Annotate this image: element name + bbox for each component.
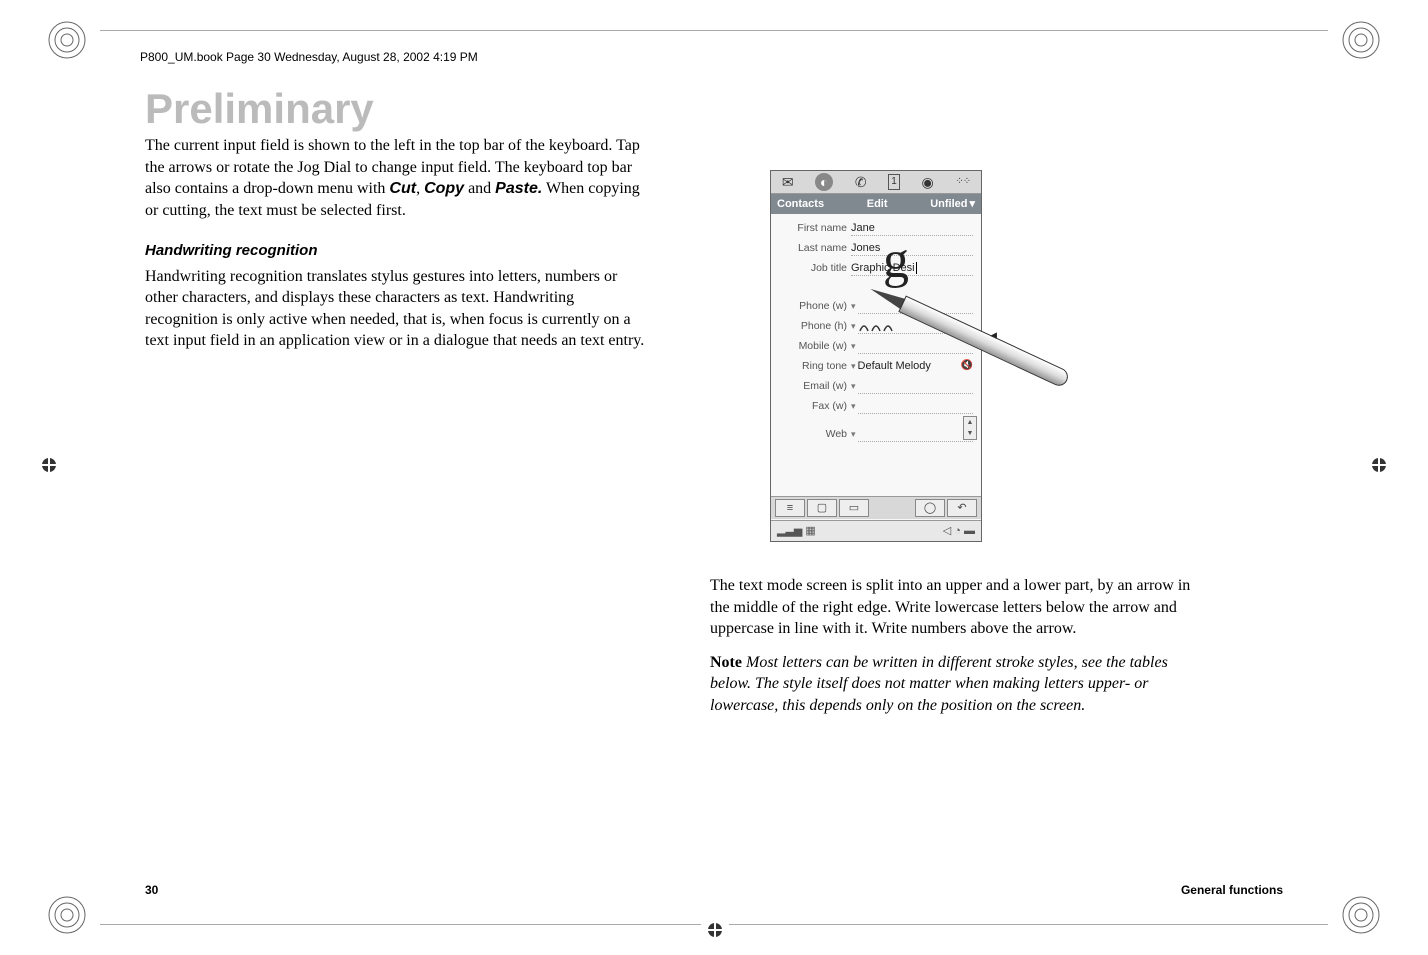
last-name-row: Last name Jones [779,240,973,256]
first-name-label: First name [779,221,847,235]
job-title-input[interactable]: Graphic Desi [851,261,973,276]
email-w-row: Email (w) ▾ [779,378,973,394]
speaker-icon[interactable]: 🔇 [961,359,973,373]
messaging-icon[interactable]: ✉ [782,173,794,192]
last-name-label: Last name [779,241,847,255]
job-title-row: Job title Graphic Desi [779,260,973,276]
handwriting-sample: g [883,226,909,296]
ringtone-row: Ring tone ▾ Default Melody 🔇 [779,358,973,374]
corner-mark-tr [1336,15,1386,65]
apps-icon[interactable]: ⁘⁘ [955,175,970,189]
handwriting-heading: Handwriting recognition [145,241,645,261]
chevron-down-icon[interactable]: ▾ [851,380,856,392]
crop-mark-left [34,450,64,480]
paragraph-keyboard: The current input field is shown to the … [145,135,645,221]
crop-mark-bottom [700,915,730,945]
contacts-menu[interactable]: Contacts [777,197,824,212]
scroll-down-icon[interactable]: ▼ [967,429,974,438]
page-footer: 30 General functions [145,883,1283,897]
chevron-down-icon[interactable]: ▾ [851,300,856,312]
corner-mark-tl [42,15,92,65]
phone-statusbar: ▂▃▅ ▦ ◁ ◔ ▬ [771,520,981,541]
note-label: Note [710,654,742,671]
chevron-down-icon[interactable]: ▾ [851,320,856,332]
job-title-label: Job title [779,261,847,275]
chevron-down-icon: ▾ [969,197,975,212]
card-icon[interactable]: ▭ [839,499,869,517]
page-number: 30 [145,883,158,897]
note-icon[interactable]: ◯ [915,499,945,517]
ringtone-label: Ring tone [779,359,847,373]
right-column: ✉ ◐ ✆ 1 ◉ ⁘⁘ Contacts Edit Unfiled▾ Firs… [710,170,1210,729]
contacts-icon[interactable]: ◐ [815,173,833,191]
crop-mark-right [1364,450,1394,480]
ringtone-value[interactable]: Default Melody [858,359,961,373]
paste-label: Paste. [495,180,542,197]
first-name-input[interactable]: Jane [851,221,973,236]
chevron-down-icon[interactable]: ▾ [851,340,856,352]
top-trim-line [100,30,1328,31]
watermark-text: Preliminary [145,85,374,133]
list-view-icon[interactable]: ≡ [775,499,805,517]
web-row: Web ▾ [779,426,973,442]
note-paragraph: Note Most letters can be written in diff… [710,652,1210,717]
scroll-up-icon[interactable]: ▲ [967,418,974,427]
phone-icon[interactable]: ✆ [855,173,867,192]
paragraph-handwriting: Handwriting recognition translates stylu… [145,266,645,352]
phone-bottombar: ≡ ▢ ▭ ◯ ↶ [771,496,981,519]
paragraph-textmode: The text mode screen is split into an up… [710,575,1210,640]
phone-illustration: ✉ ◐ ✆ 1 ◉ ⁘⁘ Contacts Edit Unfiled▾ Firs… [770,170,995,550]
mobile-w-row: Mobile (w) ▾ [779,338,973,354]
back-icon[interactable]: ↶ [947,499,977,517]
section-title: General functions [1181,883,1283,897]
handwriting-strokes [858,319,898,333]
phone-h-label: Phone (h) [779,319,847,333]
running-header: P800_UM.book Page 30 Wednesday, August 2… [140,50,478,64]
signal-icon: ▂▃▅ ▦ [777,524,816,539]
chevron-down-icon[interactable]: ▾ [851,400,856,412]
mobile-w-label: Mobile (w) [779,339,847,353]
cut-label: Cut [389,180,416,197]
phone-screen: ✉ ◐ ✆ 1 ◉ ⁘⁘ Contacts Edit Unfiled▾ Firs… [770,170,982,542]
copy-label: Copy [424,180,464,197]
internet-icon[interactable]: ◉ [921,173,933,192]
phone-topbar: ✉ ◐ ✆ 1 ◉ ⁘⁘ [771,171,981,194]
first-name-row: First name Jane [779,220,973,236]
status-right: ◁ ◔ ▬ [943,524,975,539]
phone-menubar: Contacts Edit Unfiled▾ [771,194,981,214]
mobile-w-input[interactable] [858,339,973,354]
phone-w-row: Phone (w) ▾ [779,298,973,314]
fax-w-input[interactable] [858,399,973,414]
new-page-icon[interactable]: ▢ [807,499,837,517]
corner-mark-bl [42,890,92,940]
email-w-label: Email (w) [779,379,847,393]
chevron-down-icon[interactable]: ▾ [851,428,856,440]
left-column: The current input field is shown to the … [145,135,645,360]
web-input[interactable] [858,427,973,442]
note-body: Most letters can be written in different… [710,654,1168,714]
scroll-control[interactable]: ▲ ▼ [963,416,977,440]
last-name-input[interactable]: Jones [851,241,973,256]
unfiled-menu[interactable]: Unfiled▾ [930,197,975,212]
chevron-down-icon[interactable]: ▾ [851,360,856,372]
phone-w-label: Phone (w) [779,299,847,313]
email-w-input[interactable] [858,379,973,394]
calendar-icon[interactable]: 1 [888,174,900,190]
web-label: Web [779,427,847,441]
fax-w-row: Fax (w) ▾ [779,398,973,414]
corner-mark-br [1336,890,1386,940]
edit-menu[interactable]: Edit [867,197,888,212]
fax-w-label: Fax (w) [779,399,847,413]
